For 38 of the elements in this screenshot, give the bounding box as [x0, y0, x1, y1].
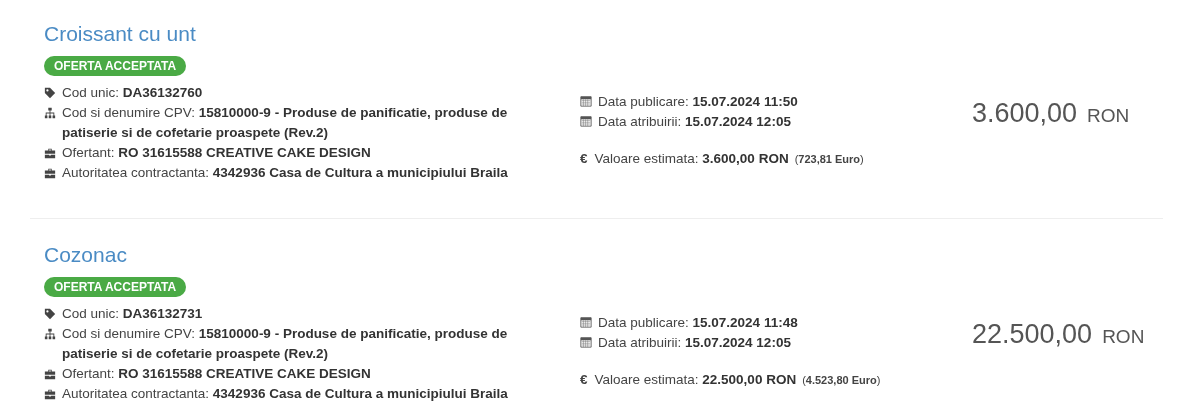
detail-text: Cod unic: DA36132760 — [62, 84, 204, 102]
euro-symbol: € — [580, 372, 588, 387]
euro-value: (4.523,80 Euro) — [802, 374, 881, 386]
detail-text: Cod unic: DA36132731 — [62, 305, 204, 323]
detail-text: Ofertant: RO 31615588 CREATIVE CAKE DESIGN — [62, 365, 372, 383]
briefcase-icon — [44, 388, 56, 400]
calendar-icon — [580, 95, 592, 107]
detail-text: Autoritatea contractanta: 4342936 Casa de Cultura a municipiului Braila — [62, 164, 509, 182]
sitemap-icon — [44, 328, 56, 340]
price-currency: RON — [1087, 105, 1130, 126]
tag-icon — [44, 87, 56, 99]
result-title[interactable]: Croissant cu unt — [44, 20, 544, 48]
date-text: Data atribuirii: 15.07.2024 12:05 — [598, 335, 791, 350]
price-amount: 22.500,00 — [972, 319, 1093, 349]
euro-value: (723,81 Euro) — [794, 153, 864, 165]
calendar-icon — [580, 115, 592, 127]
sitemap-icon — [44, 107, 56, 119]
briefcase-icon — [44, 167, 56, 179]
euro-symbol: € — [580, 151, 588, 166]
price-currency: RON — [1102, 326, 1145, 347]
detail-text: Ofertant: RO 31615588 CREATIVE CAKE DESIGN — [62, 144, 372, 162]
detail-text: Autoritatea contractanta: 4342936 Casa de Cultura a municipiului Braila — [62, 385, 509, 403]
status-badge: OFERTA ACCEPTATA — [44, 277, 187, 297]
briefcase-icon — [44, 147, 56, 159]
estimate-text: Valoare estimata: 3.600,00 RON — [594, 151, 789, 166]
estimate-text: Valoare estimata: 22.500,00 RON — [594, 372, 797, 387]
result-title[interactable]: Cozonac — [44, 241, 544, 269]
date-text: Data publicare: 15.07.2024 11:50 — [598, 94, 798, 109]
detail-text: Cod si denumire CPV: 15810000-9 - Produse de panificatie, produse de patiserie si de cofetarie proaspete (Rev.2) — [62, 104, 509, 142]
date-text: Data publicare: 15.07.2024 11:48 — [598, 315, 798, 330]
price-amount: 3.600,00 — [972, 98, 1078, 128]
calendar-icon — [580, 336, 592, 348]
detail-text: Cod si denumire CPV: 15810000-9 - Produse de panificatie, produse de patiserie si de cofetarie proaspete (Rev.2) — [62, 325, 509, 363]
tag-icon — [44, 308, 56, 320]
calendar-icon — [580, 316, 592, 328]
briefcase-icon — [44, 368, 56, 380]
date-text: Data atribuirii: 15.07.2024 12:05 — [598, 114, 791, 129]
status-badge: OFERTA ACCEPTATA — [44, 56, 187, 76]
